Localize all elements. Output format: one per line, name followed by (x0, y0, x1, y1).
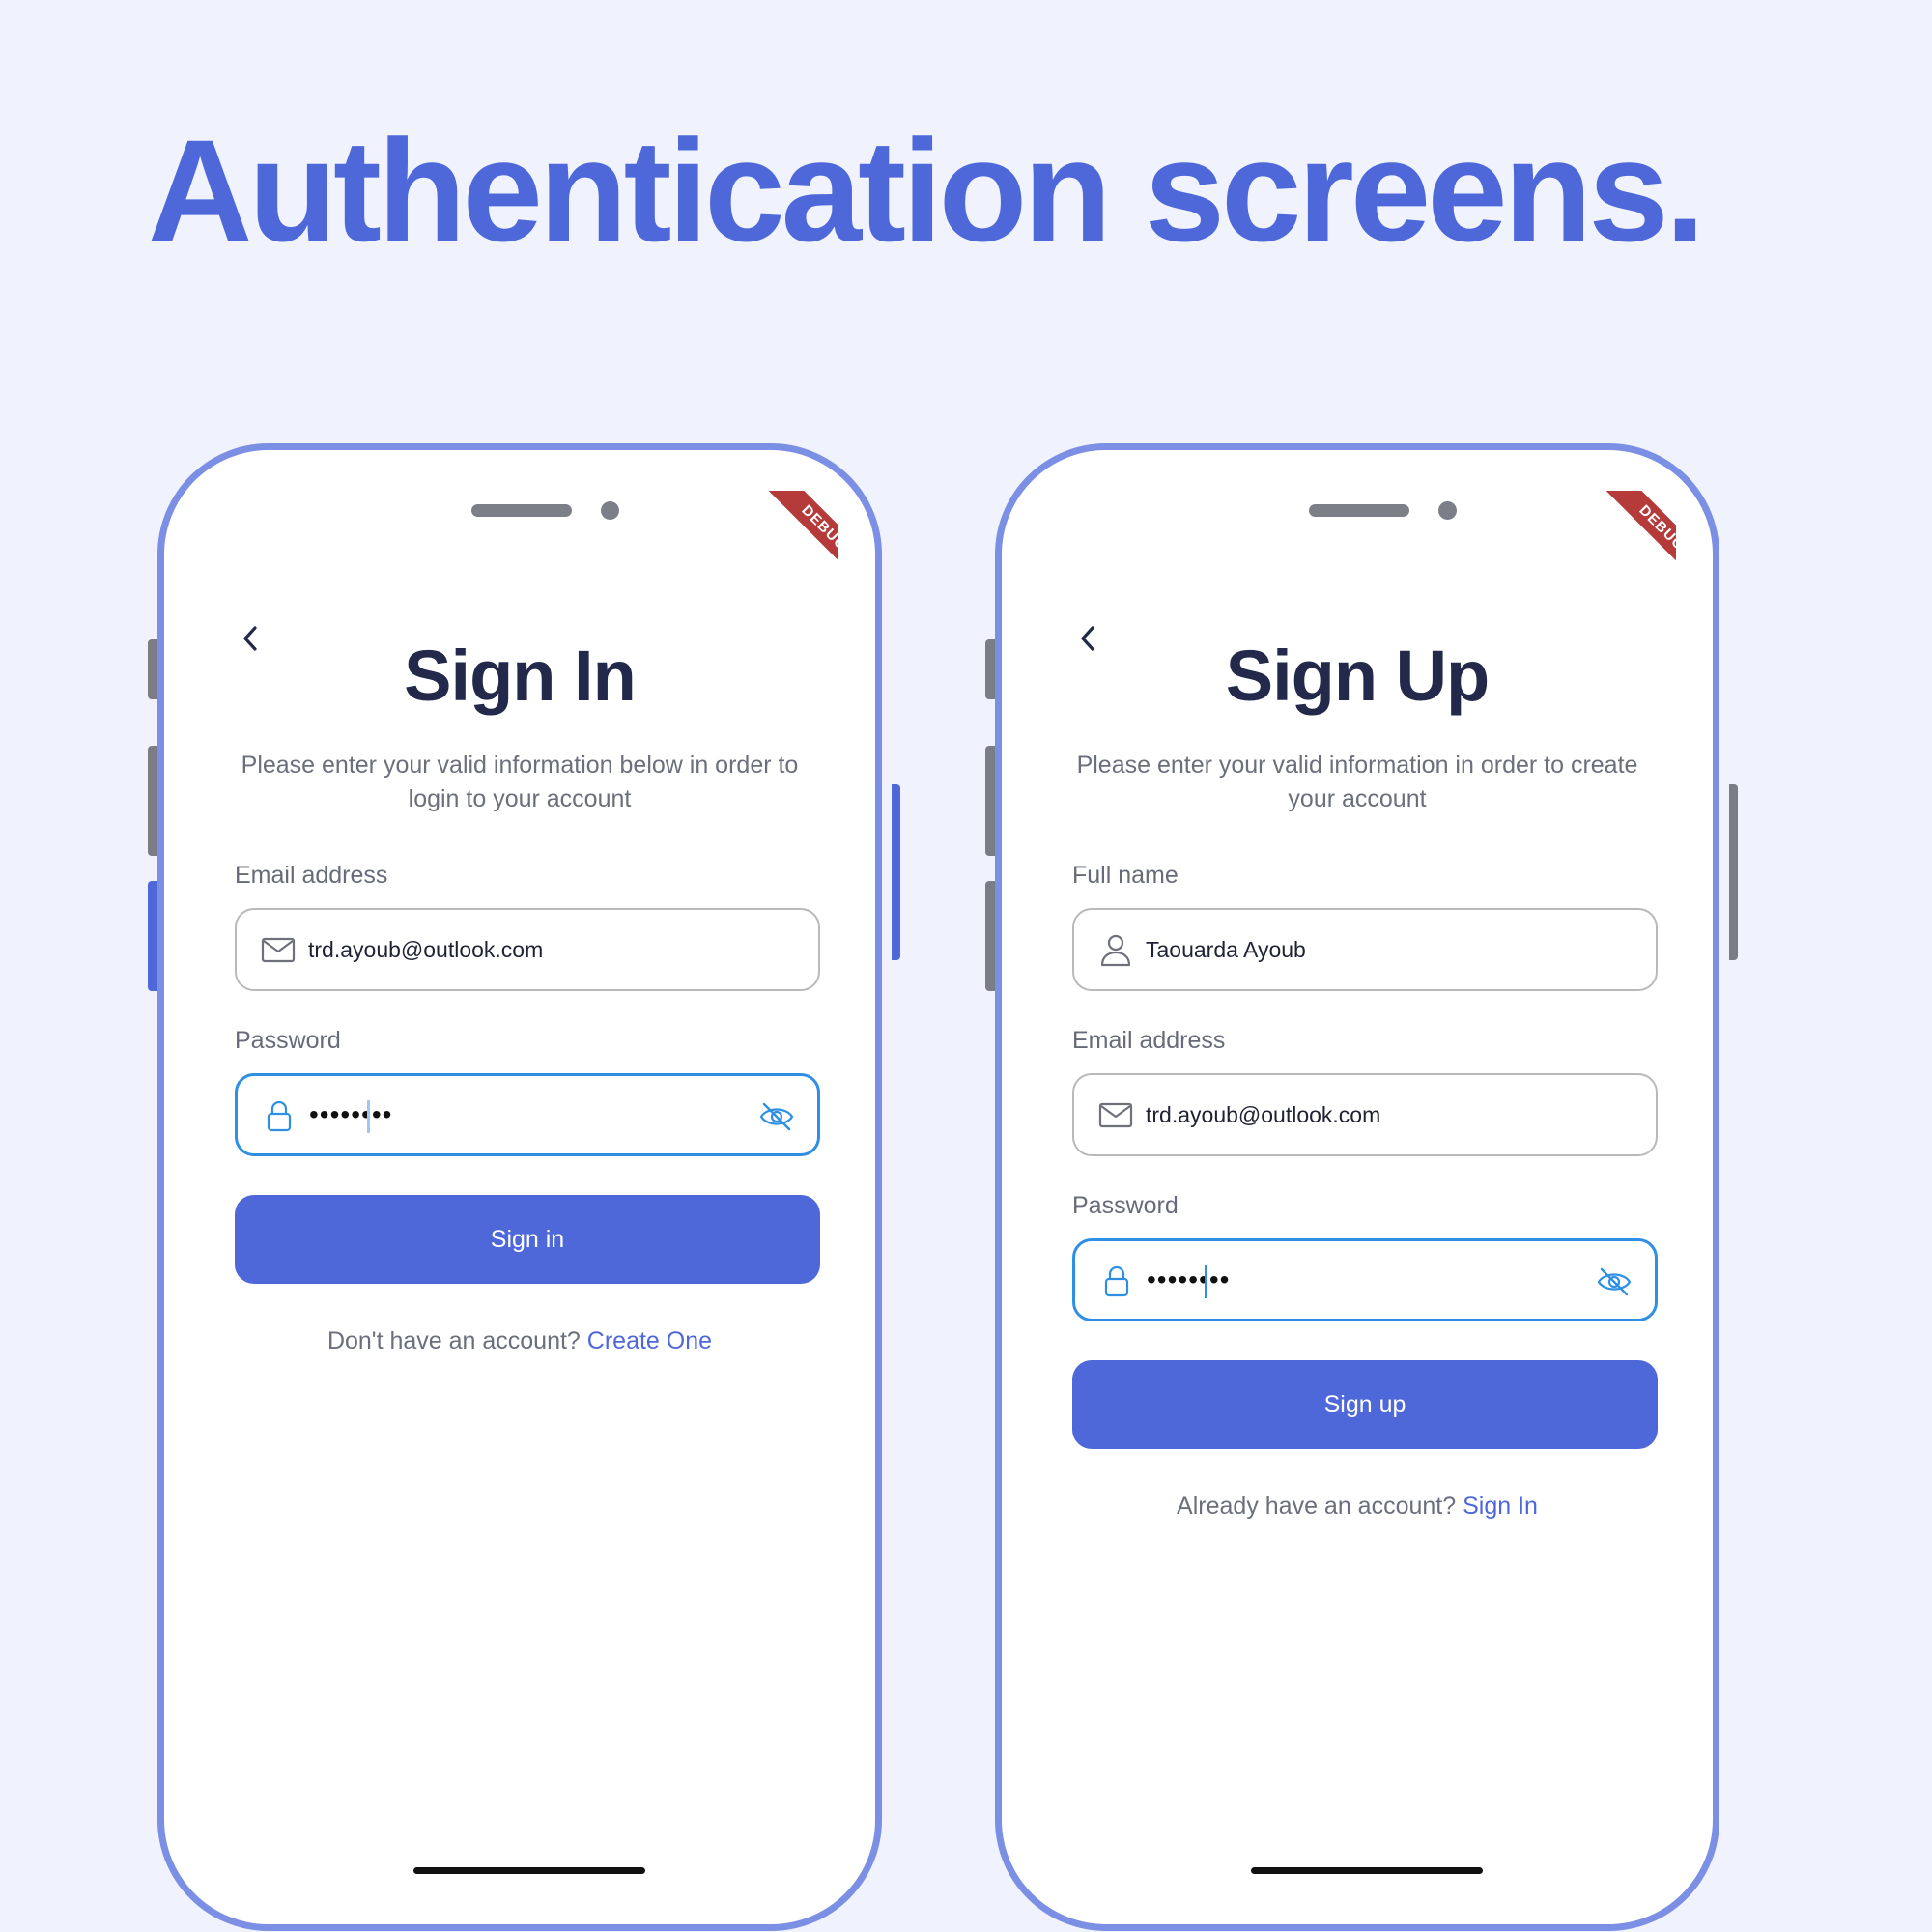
phone-mute-button (148, 639, 157, 699)
signin-phone: DEBUG Sign In Please enter your valid in… (157, 443, 882, 1931)
home-indicator (1251, 1867, 1483, 1874)
debug-banner-label: DEBUG (1601, 491, 1676, 580)
signin-link[interactable]: Sign In (1463, 1492, 1538, 1520)
fullname-label: Full name (1072, 862, 1179, 889)
debug-banner: DEBUG (750, 491, 838, 580)
fullname-field[interactable] (1072, 908, 1658, 991)
password-field[interactable] (1072, 1238, 1658, 1321)
phone-volume-up-button (148, 746, 157, 856)
phone-speaker (471, 504, 572, 517)
password-input[interactable] (309, 1076, 734, 1153)
phone-mute-button (985, 639, 995, 699)
page-subtitle: Please enter your valid information in o… (1076, 752, 1638, 812)
debug-banner: DEBUG (1587, 491, 1676, 580)
page-title: Sign In (404, 636, 637, 716)
phone-volume-down-button (148, 881, 157, 991)
signin-prompt: Already have an account? Sign In (1002, 1492, 1713, 1520)
phone-speaker (1309, 504, 1409, 517)
mail-icon (261, 937, 296, 963)
phone-volume-down-button (985, 881, 995, 991)
user-icon (1100, 934, 1131, 967)
email-input[interactable] (1146, 1075, 1571, 1154)
lock-icon (1104, 1265, 1129, 1297)
password-visibility-toggle[interactable] (1595, 1263, 1634, 1301)
eye-off-icon (1597, 1267, 1632, 1296)
debug-banner-label: DEBUG (763, 491, 838, 580)
phone-camera (1438, 501, 1457, 520)
signin-prompt-text: Already have an account? (1177, 1492, 1457, 1520)
password-field[interactable] (235, 1073, 820, 1156)
email-input[interactable] (308, 910, 733, 989)
password-label: Password (235, 1027, 341, 1054)
page-headline: Authentication screens. (148, 109, 1705, 271)
phone-power-button (892, 784, 900, 960)
signup-phone: DEBUG Sign Up Please enter your valid in… (995, 443, 1719, 1931)
password-visibility-toggle[interactable] (757, 1097, 796, 1136)
page-title: Sign Up (1225, 636, 1491, 716)
fullname-input[interactable] (1146, 910, 1571, 989)
page-subtitle: Please enter your valid information belo… (241, 752, 799, 812)
email-field[interactable] (1072, 1073, 1658, 1156)
text-cursor (1205, 1265, 1208, 1298)
password-label: Password (1072, 1192, 1179, 1219)
email-label: Email address (235, 862, 388, 889)
home-indicator (413, 1867, 645, 1874)
email-field[interactable] (235, 908, 820, 991)
signup-button[interactable]: Sign up (1072, 1360, 1658, 1449)
signup-prompt-text: Don't have an account? (327, 1327, 581, 1354)
signup-prompt: Don't have an account? Create One (164, 1327, 875, 1355)
create-account-link[interactable]: Create One (587, 1327, 712, 1354)
phone-power-button (1729, 784, 1738, 960)
eye-off-icon (759, 1102, 794, 1131)
email-label: Email address (1072, 1027, 1226, 1054)
signin-button[interactable]: Sign in (235, 1195, 820, 1284)
phone-camera (601, 501, 619, 520)
text-cursor (367, 1100, 370, 1133)
phone-volume-up-button (985, 746, 995, 856)
lock-icon (267, 1100, 292, 1132)
mail-icon (1098, 1102, 1133, 1128)
password-input[interactable] (1147, 1241, 1572, 1319)
